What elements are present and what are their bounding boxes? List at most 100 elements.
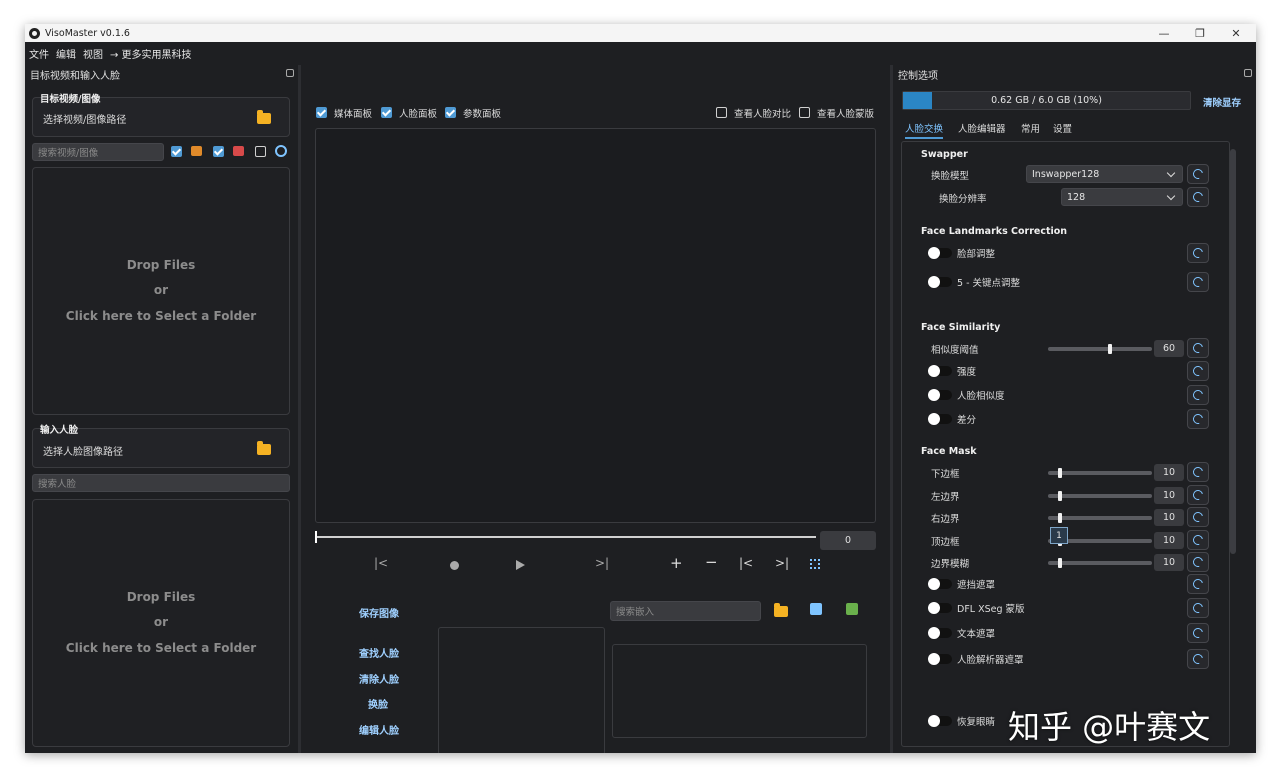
face-adjust-toggle[interactable] [928,247,952,259]
mask-right-value[interactable]: 10 [1154,509,1184,526]
timeline-track[interactable] [316,536,816,538]
remove-marker-icon[interactable]: − [705,553,718,571]
face-compare-checkbox[interactable] [716,107,727,118]
find-faces-button[interactable]: 查找人脸 [359,645,399,660]
tab-common[interactable]: 常用 [1021,121,1040,135]
mask-left-handle[interactable] [1058,491,1062,501]
face-mask-view-checkbox[interactable] [799,107,810,118]
save-embed-icon[interactable] [810,603,822,615]
mask-blur-value[interactable]: 10 [1154,554,1184,571]
reset-text-mask-button[interactable] [1187,623,1209,643]
face-parser-mask-toggle[interactable] [928,653,952,665]
swap-resolution-select[interactable]: 128 [1061,188,1183,206]
tab-face-swap[interactable]: 人脸交换 [905,121,944,139]
save-embed-as-icon[interactable] [846,603,858,615]
face-drop-zone[interactable]: Drop Files or Click here to Select a Fol… [32,499,290,747]
tab-face-editor[interactable]: 人脸编辑器 [958,121,1006,135]
add-marker-icon[interactable]: + [670,554,683,572]
reset-mask-right-button[interactable] [1187,507,1209,527]
restore-eyes-toggle[interactable] [928,715,952,727]
reset-swap-resolution-button[interactable] [1187,187,1209,207]
menu-edit[interactable]: 编辑 [56,46,76,61]
clear-vram-button[interactable]: 清除显存 [1203,95,1241,109]
face-panel-label: 人脸面板 [399,109,438,120]
reset-strength-button[interactable] [1187,361,1209,381]
detected-faces-panel[interactable] [438,627,605,753]
params-panel-checkbox[interactable] [445,107,456,118]
reset-keypoint-adjust-button[interactable] [1187,272,1209,292]
menu-file[interactable]: 文件 [29,46,49,61]
frame-number[interactable]: 0 [820,531,876,550]
swap-model-select[interactable]: Inswapper128 [1026,165,1183,183]
filter-video-checkbox[interactable] [171,146,182,157]
open-face-folder-icon[interactable] [257,441,271,455]
text-mask-toggle[interactable] [928,627,952,639]
embeddings-panel[interactable] [612,644,867,738]
mask-left-value[interactable]: 10 [1154,487,1184,504]
media-drop-zone[interactable]: Drop Files or Click here to Select a Fol… [32,167,290,415]
save-image-button[interactable]: 保存图像 [359,605,399,620]
strength-toggle[interactable] [928,365,952,377]
reset-face-parser-mask-button[interactable] [1187,649,1209,669]
dfl-xseg-toggle[interactable] [928,602,952,614]
occlusion-mask-toggle[interactable] [928,578,952,590]
restore-icon[interactable]: ❐ [1185,24,1215,42]
mask-top-value[interactable]: 10 [1154,532,1184,549]
reset-face-similarity-button[interactable] [1187,385,1209,405]
mask-left-slider[interactable] [1048,494,1152,498]
play-icon[interactable] [516,560,525,570]
filter-image-checkbox[interactable] [213,146,224,157]
reset-mask-blur-button[interactable] [1187,552,1209,572]
reset-dfl-xseg-button[interactable] [1187,598,1209,618]
similarity-threshold-slider[interactable] [1048,347,1152,351]
reset-swap-model-button[interactable] [1187,164,1209,184]
reset-face-adjust-button[interactable] [1187,243,1209,263]
reset-similarity-threshold-button[interactable] [1187,338,1209,358]
menu-more[interactable]: → 更多实用黑科技 [110,46,192,61]
prev-marker-icon[interactable]: |< [739,556,753,570]
search-media-input[interactable]: 搜索视频/图像 [32,143,164,161]
view-fit-icon[interactable] [810,559,820,569]
media-panel-checkbox[interactable] [316,107,327,118]
mask-blur-slider[interactable] [1048,561,1152,565]
mask-right-slider[interactable] [1048,516,1152,520]
open-embed-icon[interactable] [774,603,788,617]
timeline-handle[interactable] [315,531,317,543]
scrollbar-thumb[interactable] [1230,149,1236,554]
mask-bottom-value[interactable]: 10 [1154,464,1184,481]
minimize-icon[interactable]: — [1149,24,1179,42]
mask-bottom-handle[interactable] [1058,468,1062,478]
face-similarity-toggle[interactable] [928,389,952,401]
reset-occlusion-mask-button[interactable] [1187,574,1209,594]
clear-faces-button[interactable]: 清除人脸 [359,671,399,686]
difference-toggle[interactable] [928,413,952,425]
similarity-threshold-value[interactable]: 60 [1154,340,1184,357]
close-icon[interactable]: ✕ [1221,24,1251,42]
video-preview[interactable] [315,128,876,523]
next-marker-icon[interactable]: >| [775,556,789,570]
reset-mask-bottom-button[interactable] [1187,462,1209,482]
mask-blur-handle[interactable] [1058,558,1062,568]
keypoint-adjust-toggle[interactable] [928,276,952,288]
edit-faces-button[interactable]: 编辑人脸 [359,722,399,737]
undock-icon[interactable] [286,69,294,77]
last-frame-icon[interactable]: >| [595,556,609,570]
mask-right-handle[interactable] [1058,513,1062,523]
search-embed-input[interactable]: 搜索嵌入 [610,601,761,621]
face-panel-checkbox[interactable] [381,107,392,118]
record-icon[interactable] [450,561,459,570]
filter-webcam-checkbox[interactable] [255,146,266,157]
reset-difference-button[interactable] [1187,409,1209,429]
first-frame-icon[interactable]: |< [374,556,388,570]
swap-faces-button[interactable]: 换脸 [368,696,388,711]
menu-view[interactable]: 视图 [83,46,103,61]
undock-icon[interactable] [1244,69,1252,77]
search-face-input[interactable]: 搜索人脸 [32,474,290,492]
open-folder-icon[interactable] [257,110,271,124]
reset-mask-left-button[interactable] [1187,485,1209,505]
mask-bottom-slider[interactable] [1048,471,1152,475]
similarity-threshold-handle[interactable] [1108,344,1112,354]
tab-settings[interactable]: 设置 [1053,121,1072,135]
reset-mask-top-button[interactable] [1187,530,1209,550]
reset-icon [1191,626,1205,640]
